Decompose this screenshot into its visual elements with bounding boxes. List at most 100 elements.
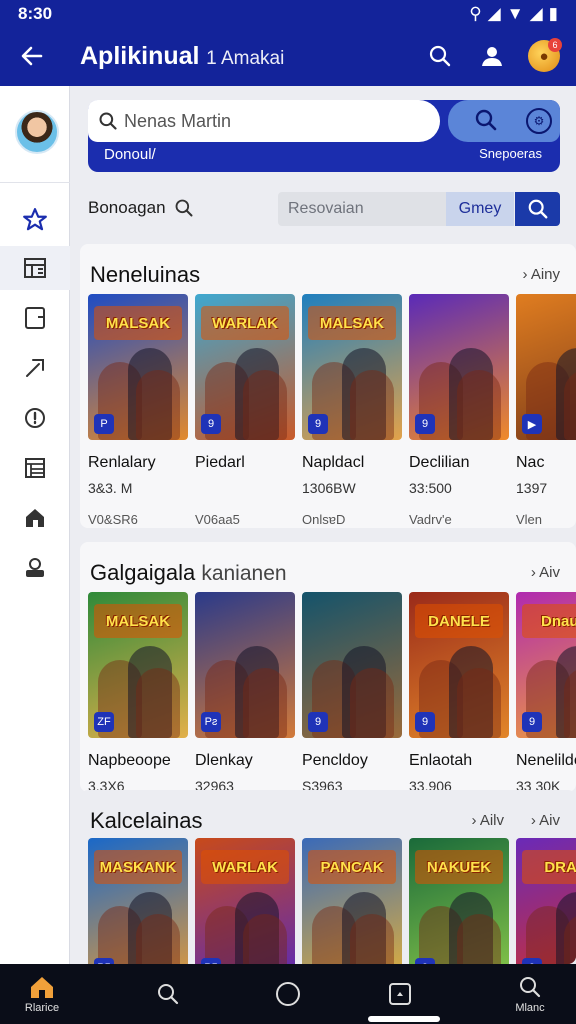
home-indicator xyxy=(368,1016,440,1022)
game-row: MALSAK P Renlalary 3&3. M V0&SR6 WARLAK 9 Pieda… xyxy=(88,294,576,527)
character-figure xyxy=(136,668,180,738)
section-more-link[interactable]: › Ainy xyxy=(522,266,560,283)
search-submit-button[interactable] xyxy=(474,108,498,137)
game-card[interactable]: Pƨ Dlenkay 32963 xyxy=(195,592,295,792)
section-featured: Neneluinas › Ainy MALSAK P Renlalary 3&3. M… xyxy=(80,244,576,528)
profile-button[interactable] xyxy=(474,38,510,74)
sidebar-item-dashboard[interactable] xyxy=(0,246,70,290)
section-more-link[interactable]: › Aiv xyxy=(531,564,560,581)
game-thumbnail[interactable]: 9 xyxy=(302,592,402,738)
publisher-badge: 9 xyxy=(522,712,542,732)
settings-button[interactable]: ⚙ xyxy=(526,108,552,134)
sidebar-item-favorites[interactable] xyxy=(0,198,70,242)
game-logo: PANCAK xyxy=(308,850,396,884)
game-thumbnail[interactable]: ▶ xyxy=(516,294,576,440)
game-card[interactable]: DANELE 9 Enlaotah 33.906 xyxy=(409,592,509,792)
game-thumbnail[interactable]: WARLAK 9 xyxy=(195,294,295,440)
arrow-left-icon xyxy=(21,46,43,66)
game-thumbnail[interactable]: DANELE 9 xyxy=(409,592,509,738)
sidebar-item-store[interactable] xyxy=(0,496,70,540)
game-size xyxy=(195,480,295,496)
character-figure xyxy=(350,668,394,738)
section-title: Neneluinas xyxy=(90,262,201,287)
publisher-badge: 9 xyxy=(308,712,328,732)
game-thumbnail[interactable]: DRAK9 xyxy=(516,838,576,964)
game-card[interactable]: MALSAK ZF Napbeoope 3.3X6 xyxy=(88,592,188,792)
game-card[interactable]: MALSAK P Renlalary 3&3. M V0&SR6 xyxy=(88,294,188,527)
game-logo: MALSAK xyxy=(308,306,396,340)
publisher-badge: ZF xyxy=(94,712,114,732)
nav-recents[interactable] xyxy=(360,964,440,1024)
game-card[interactable]: 9 Pencldoy S3963 xyxy=(302,592,402,792)
game-thumbnail[interactable]: MASKANKP5 xyxy=(88,838,188,964)
game-card[interactable]: MASKANKP5 xyxy=(88,838,188,964)
filter-label: Bonoagan xyxy=(88,198,166,217)
section-more-link-2[interactable]: › Aiv xyxy=(531,812,560,829)
publisher-badge: 9 xyxy=(308,414,328,434)
game-logo: DANELE xyxy=(415,604,503,638)
filter-label-button[interactable]: Bonoagan xyxy=(88,198,194,218)
filter-input[interactable]: Resovaian xyxy=(278,192,446,226)
game-title: Napbeoope xyxy=(88,752,171,769)
user-icon xyxy=(482,47,502,66)
game-card[interactable]: PANCAK xyxy=(302,838,402,964)
game-card[interactable]: ▶ Nac 1397 Vlen xyxy=(516,294,576,527)
game-card[interactable]: WARLAKP5 xyxy=(195,838,295,964)
nav-explore[interactable]: Mlanc xyxy=(490,964,570,1024)
back-button[interactable] xyxy=(14,38,50,74)
filter-search-button[interactable] xyxy=(515,192,560,226)
search-input[interactable]: Nenas Martin xyxy=(88,100,440,142)
sidebar-item-share[interactable] xyxy=(0,346,70,390)
game-thumbnail[interactable]: MALSAK P xyxy=(88,294,188,440)
publisher-badge: 9 xyxy=(415,712,435,732)
search-footer-left[interactable]: Donoul/ xyxy=(104,146,156,163)
search-icon xyxy=(475,109,497,131)
nav-search[interactable] xyxy=(128,964,208,1024)
battery-icon: ▮ xyxy=(548,4,558,23)
bell-icon: ● xyxy=(539,47,549,65)
search-button[interactable] xyxy=(422,38,458,74)
game-thumbnail[interactable]: MALSAK 9 xyxy=(302,294,402,440)
game-thumbnail[interactable]: 9 xyxy=(409,294,509,440)
game-card[interactable]: NAKUEK9 xyxy=(409,838,509,964)
section-more-link[interactable]: › Ailv xyxy=(471,812,504,829)
game-thumbnail[interactable]: Dnaulk 9 xyxy=(516,592,576,738)
game-logo: WARLAK xyxy=(201,850,289,884)
nav-home[interactable]: Rlarice xyxy=(2,964,82,1024)
game-size: 1306BW xyxy=(302,480,356,496)
search-icon xyxy=(429,45,451,67)
character-figure xyxy=(243,914,287,964)
publisher-badge: P xyxy=(94,414,114,434)
game-thumbnail[interactable]: NAKUEK9 xyxy=(409,838,509,964)
sidebar-item-table[interactable] xyxy=(0,446,70,490)
sidebar-item-bot[interactable] xyxy=(0,546,70,590)
character-figure xyxy=(136,370,180,440)
game-card[interactable]: WARLAK 9 Piedarl V06aa5 xyxy=(195,294,295,527)
character-figure xyxy=(243,370,287,440)
game-thumbnail[interactable]: WARLAKP5 xyxy=(195,838,295,964)
search-icon xyxy=(99,112,117,130)
character-figure xyxy=(457,668,501,738)
robot-icon xyxy=(26,558,44,577)
app-bar: Aplikinual 1 Amakai ● 6 xyxy=(0,26,576,86)
nav-home-button[interactable] xyxy=(248,964,328,1024)
filter-apply-button[interactable]: Gmey xyxy=(446,192,514,226)
game-title: Enlaotah xyxy=(409,752,473,769)
game-thumbnail[interactable]: MALSAK ZF xyxy=(88,592,188,738)
game-card[interactable]: 9 Declilian 33:500 Vadrv'e xyxy=(409,294,509,527)
game-title: Napldacl xyxy=(302,454,365,471)
game-thumbnail[interactable]: Pƨ xyxy=(195,592,295,738)
notification-button[interactable]: ● 6 xyxy=(528,38,562,72)
game-tag: OnlsɐD xyxy=(302,512,346,527)
game-card[interactable]: MALSAK 9 Napldacl 1306BW OnlsɐD xyxy=(302,294,402,527)
search-footer-right[interactable]: Snepoeras xyxy=(479,146,542,161)
game-thumbnail[interactable]: PANCAK xyxy=(302,838,402,964)
signal-icon: ◢ xyxy=(487,4,501,23)
sidebar-item-notes[interactable] xyxy=(0,296,70,340)
game-card[interactable]: Dnaulk9Nenelilder33 30K xyxy=(516,592,576,792)
game-title: Renlalary xyxy=(88,454,156,471)
search-icon xyxy=(520,976,541,997)
game-card[interactable]: DRAK9 xyxy=(516,838,576,964)
sidebar-item-history[interactable] xyxy=(0,396,70,440)
avatar[interactable] xyxy=(15,110,59,154)
